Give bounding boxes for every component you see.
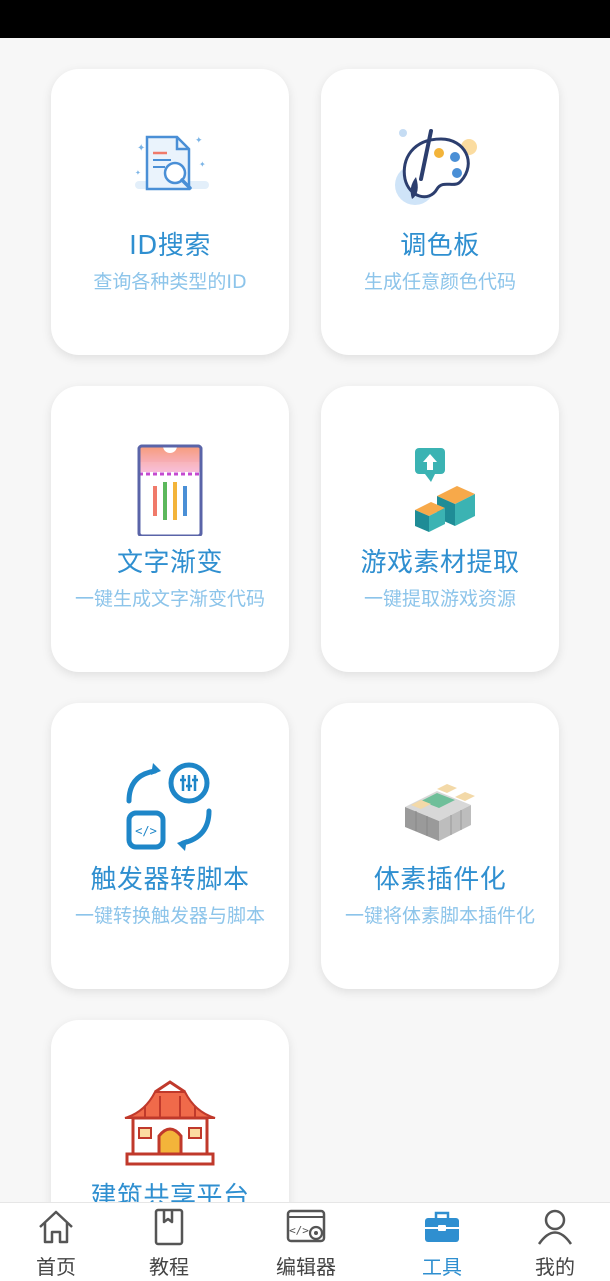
trigger-script-convert-icon: </> [126, 762, 212, 851]
svg-text:✦: ✦ [195, 136, 203, 146]
tool-title: 游戏素材提取 [360, 548, 520, 578]
tool-subtitle: 一键生成文字渐变代码 [74, 588, 265, 610]
tool-subtitle: 一键将体素脚本插件化 [344, 905, 535, 927]
tool-card-palette[interactable]: 调色板 生成任意颜色代码 [321, 69, 559, 355]
tool-title: 调色板 [400, 231, 480, 261]
tools-grid: ✦ ✦ ✦ ✦ ID搜索 查询各种类型的ID 调色板 生成任意颜色代码 文字渐变… [0, 38, 610, 1202]
tool-card-voxel-plugin[interactable]: 体素插件化 一键将体素脚本插件化 [321, 703, 559, 989]
tool-title: 体素插件化 [373, 865, 507, 895]
book-icon [154, 1208, 184, 1246]
bottom-tab-bar: 首页 教程 </> 编辑器 工具 我的 [0, 1202, 610, 1281]
tab-tools[interactable]: 工具 [387, 1203, 497, 1281]
palette-icon [395, 129, 477, 205]
tool-subtitle: 一键提取游戏资源 [363, 588, 516, 610]
tab-tutorial[interactable]: 教程 [114, 1203, 224, 1281]
svg-text:</>: </> [135, 824, 157, 838]
status-bar [0, 0, 610, 38]
tool-subtitle: 一键转换触发器与脚本 [74, 905, 265, 927]
document-search-icon: ✦ ✦ ✦ ✦ [135, 135, 209, 191]
tool-subtitle: 查询各种类型的ID [93, 271, 247, 293]
tool-subtitle: 生成任意颜色代码 [363, 271, 516, 293]
tool-card-building-share[interactable]: 建筑共享平台 [51, 1020, 289, 1202]
tool-title: 建筑共享平台 [90, 1182, 250, 1202]
tab-home[interactable]: 首页 [1, 1203, 111, 1281]
building-pavilion-icon [124, 1080, 216, 1166]
tab-label: 教程 [149, 1255, 189, 1279]
package-upload-icon [415, 448, 475, 532]
tool-title: 文字渐变 [116, 548, 223, 578]
voxel-blocks-icon [405, 784, 475, 841]
svg-text:✦: ✦ [137, 143, 145, 154]
svg-text:✦: ✦ [199, 160, 206, 169]
tab-profile[interactable]: 我的 [500, 1203, 610, 1281]
toolbox-icon [425, 1211, 459, 1242]
tool-title: ID搜索 [129, 231, 211, 261]
tab-label: 编辑器 [276, 1255, 336, 1279]
tab-label: 我的 [535, 1255, 575, 1279]
tab-label: 工具 [422, 1255, 462, 1279]
home-icon [39, 1210, 73, 1244]
code-editor-icon: </> [286, 1209, 326, 1243]
tab-label: 首页 [36, 1255, 76, 1279]
tool-title: 触发器转脚本 [90, 865, 250, 895]
tab-editor[interactable]: </> 编辑器 [251, 1203, 361, 1281]
svg-text:</>: </> [289, 1224, 309, 1237]
gradient-ticket-icon [137, 444, 203, 536]
tool-card-trigger-to-script[interactable]: </> 触发器转脚本 一键转换触发器与脚本 [51, 703, 289, 989]
user-icon [537, 1209, 573, 1245]
tool-card-id-search[interactable]: ✦ ✦ ✦ ✦ ID搜索 查询各种类型的ID [51, 69, 289, 355]
tool-card-game-asset-extraction[interactable]: 游戏素材提取 一键提取游戏资源 [321, 386, 559, 672]
svg-text:✦: ✦ [135, 169, 141, 177]
tool-card-text-gradient[interactable]: 文字渐变 一键生成文字渐变代码 [51, 386, 289, 672]
